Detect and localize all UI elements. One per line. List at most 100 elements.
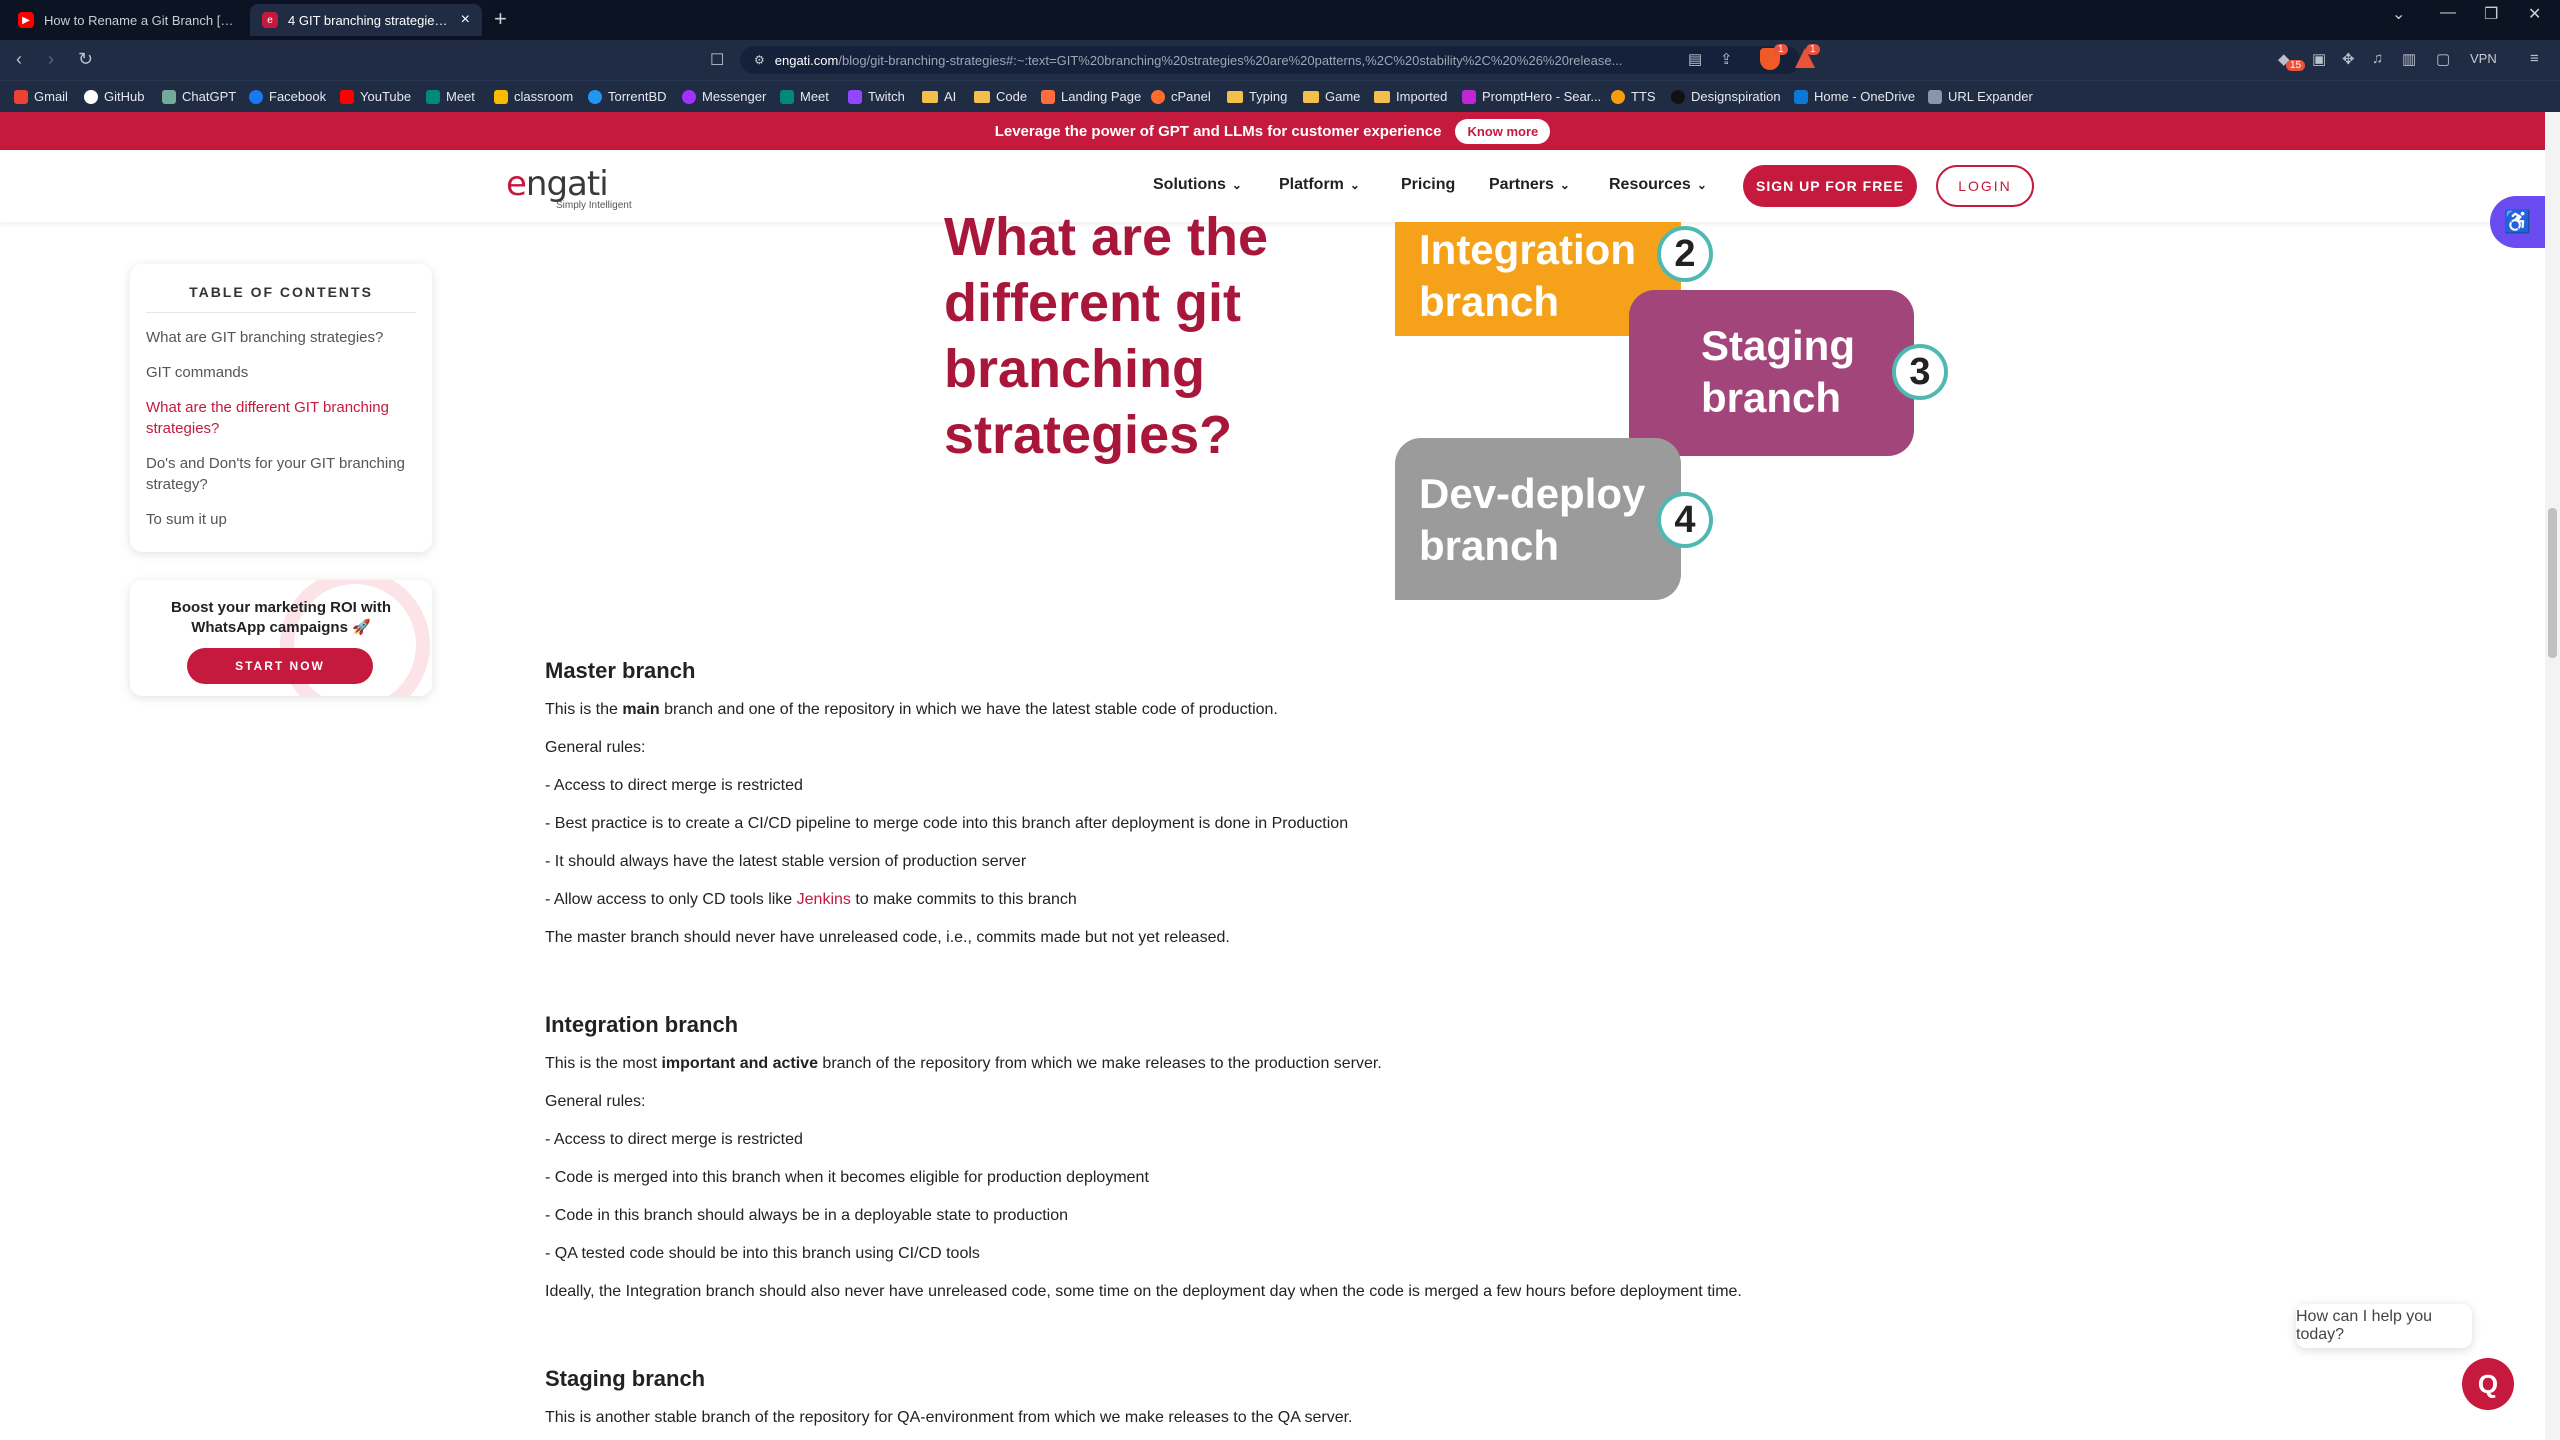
wallet-icon[interactable]: ▢ [2436, 50, 2450, 68]
master-rule: - Best practice is to create a CI/CD pip… [545, 815, 1349, 832]
integration-closing: Ideally, the Integration branch should a… [545, 1283, 1742, 1300]
back-button[interactable]: ‹ [16, 49, 22, 70]
bookmark-landing-page[interactable]: Landing Page [1041, 89, 1141, 104]
engati-favicon-icon: e [262, 12, 278, 28]
bookmark-onedrive[interactable]: Home - OneDrive [1794, 89, 1915, 104]
integration-intro: This is the most important and active br… [545, 1055, 1382, 1072]
youtube-icon [340, 89, 354, 104]
bookmark-youtube[interactable]: YouTube [340, 89, 411, 104]
restore-button[interactable]: ❐ [2484, 4, 2498, 24]
media-icon[interactable]: ♫ [2372, 50, 2383, 67]
bookmark-chatgpt[interactable]: ChatGPT [162, 89, 236, 104]
sidebar-icon[interactable]: ▥ [2402, 50, 2416, 68]
nav-solutions[interactable]: Solutions ⌄ [1153, 176, 1242, 194]
master-intro: This is the main branch and one of the r… [545, 701, 1278, 718]
minimize-button[interactable]: — [2440, 4, 2456, 22]
bookmark-torrentbd[interactable]: TorrentBD [588, 89, 667, 104]
table-of-contents: TABLE OF CONTENTS What are GIT branching… [130, 264, 432, 552]
brave-badge: 1 [1774, 44, 1788, 55]
nav-resources[interactable]: Resources ⌄ [1609, 176, 1707, 194]
address-toolbar: ‹ › ↻ ☐ ⚙ engati.com/blog/git-branching-… [0, 40, 2560, 80]
bookmark-folder-code[interactable]: Code [974, 89, 1027, 104]
bookmark-meet-2[interactable]: Meet [780, 89, 829, 104]
extension-2-icon[interactable]: ▣ [2312, 50, 2326, 68]
whatsapp-campaign-card: Boost your marketing ROI with WhatsApp c… [130, 580, 432, 696]
meet-icon [780, 89, 794, 104]
toc-item[interactable]: Do's and Don'ts for your GIT branching s… [146, 453, 416, 495]
folder-icon [1303, 90, 1319, 103]
extensions-puzzle-icon[interactable]: ✥ [2342, 50, 2355, 68]
bookmark-messenger[interactable]: Messenger [682, 89, 766, 104]
messenger-icon [682, 89, 696, 104]
toc-item[interactable]: What are GIT branching strategies? [146, 327, 416, 348]
integration-rule: - Code in this branch should always be i… [545, 1207, 1068, 1224]
twitch-icon [848, 89, 862, 104]
chevron-down-icon: ⌄ [1349, 178, 1360, 192]
bookmark-tts[interactable]: TTS [1611, 89, 1656, 104]
browser-tab-git-branching[interactable]: e 4 GIT branching strategies that... × [250, 4, 482, 36]
accessibility-widget-icon[interactable]: ♿ [2490, 196, 2545, 248]
number-badge-3: 3 [1892, 344, 1948, 400]
designspiration-icon [1671, 89, 1685, 104]
sign-up-button[interactable]: SIGN UP FOR FREE [1743, 165, 1917, 207]
chat-launcher-icon[interactable]: Q [2462, 1358, 2514, 1410]
site-info-icon[interactable]: ⚙ [754, 53, 765, 67]
url-path: /blog/git-branching-strategies#:~:text=G… [838, 52, 1623, 68]
start-now-button[interactable]: START NOW [187, 648, 373, 684]
toc-item[interactable]: GIT commands [146, 362, 416, 383]
integration-rule: - Access to direct merge is restricted [545, 1131, 803, 1148]
vpn-button[interactable]: VPN [2470, 51, 2497, 66]
folder-icon [1227, 90, 1243, 103]
chevron-down-icon: ⌄ [1231, 178, 1242, 192]
forward-button[interactable]: › [48, 49, 54, 70]
bookmark-twitch[interactable]: Twitch [848, 89, 905, 104]
bookmark-meet[interactable]: Meet [426, 89, 475, 104]
reload-button[interactable]: ↻ [78, 49, 93, 70]
bookmark-folder-ai[interactable]: AI [922, 89, 956, 104]
bookmarks-bar: Gmail GitHub ChatGPT Facebook YouTube Me… [0, 80, 2560, 112]
reader-mode-icon[interactable]: ▤ [1688, 50, 1702, 68]
engati-logo[interactable]: engati [506, 164, 609, 204]
bookmark-prompthero[interactable]: PromptHero - Sear... [1462, 89, 1601, 104]
integration-branch-heading: Integration branch [545, 1012, 739, 1037]
share-icon[interactable]: ⇪ [1720, 50, 1733, 68]
github-icon [84, 89, 98, 104]
scrollbar-thumb[interactable] [2548, 508, 2557, 658]
bookmark-page-icon[interactable]: ☐ [710, 50, 724, 70]
bookmark-classroom[interactable]: classroom [494, 89, 573, 104]
integration-rule: - Code is merged into this branch when i… [545, 1169, 1149, 1186]
login-button[interactable]: LOGIN [1936, 165, 2034, 207]
bookmark-folder-typing[interactable]: Typing [1227, 89, 1287, 104]
chat-prompt-bubble[interactable]: How can I help you today? [2296, 1304, 2472, 1348]
page-scrollbar[interactable] [2545, 112, 2560, 1440]
bookmark-facebook[interactable]: Facebook [249, 89, 326, 104]
bookmark-github[interactable]: GitHub [84, 89, 144, 104]
bookmark-folder-imported[interactable]: Imported [1374, 89, 1447, 104]
close-window-button[interactable]: ✕ [2528, 4, 2541, 24]
bookmark-cpanel[interactable]: cPanel [1151, 89, 1211, 104]
jenkins-link[interactable]: Jenkins [797, 891, 851, 908]
know-more-button[interactable]: Know more [1455, 118, 1551, 144]
number-badge-4: 4 [1657, 492, 1713, 548]
tab-search-chevron-icon[interactable]: ⌄ [2392, 4, 2405, 24]
dev-deploy-branch-block: Dev-deploy branch [1395, 438, 1681, 600]
staging-branch-block: Staging branch [1629, 290, 1914, 456]
cpanel-icon [1151, 89, 1165, 104]
toc-item-active[interactable]: What are the different GIT branching str… [146, 397, 416, 439]
menu-icon[interactable]: ≡ [2530, 50, 2539, 67]
url-field[interactable]: ⚙ engati.com/blog/git-branching-strategi… [740, 46, 1800, 74]
toc-item[interactable]: To sum it up [146, 509, 416, 530]
nav-platform[interactable]: Platform ⌄ [1279, 176, 1360, 194]
bookmark-designspiration[interactable]: Designspiration [1671, 89, 1781, 104]
new-tab-button[interactable]: + [494, 8, 507, 30]
bookmark-url-expander[interactable]: URL Expander [1928, 89, 2033, 104]
master-rule: - Access to direct merge is restricted [545, 777, 803, 794]
bookmark-folder-game[interactable]: Game [1303, 89, 1360, 104]
close-tab-icon[interactable]: × [461, 11, 470, 29]
url-host: engati.com [774, 52, 839, 68]
browser-tab-rename-git[interactable]: ▶ How to Rename a Git Branch [Beginner's… [6, 4, 246, 36]
hero-heading: What are the different git branching str… [944, 207, 1269, 465]
nav-partners[interactable]: Partners ⌄ [1489, 176, 1570, 194]
nav-pricing[interactable]: Pricing [1401, 176, 1455, 194]
bookmark-gmail[interactable]: Gmail [14, 89, 68, 104]
